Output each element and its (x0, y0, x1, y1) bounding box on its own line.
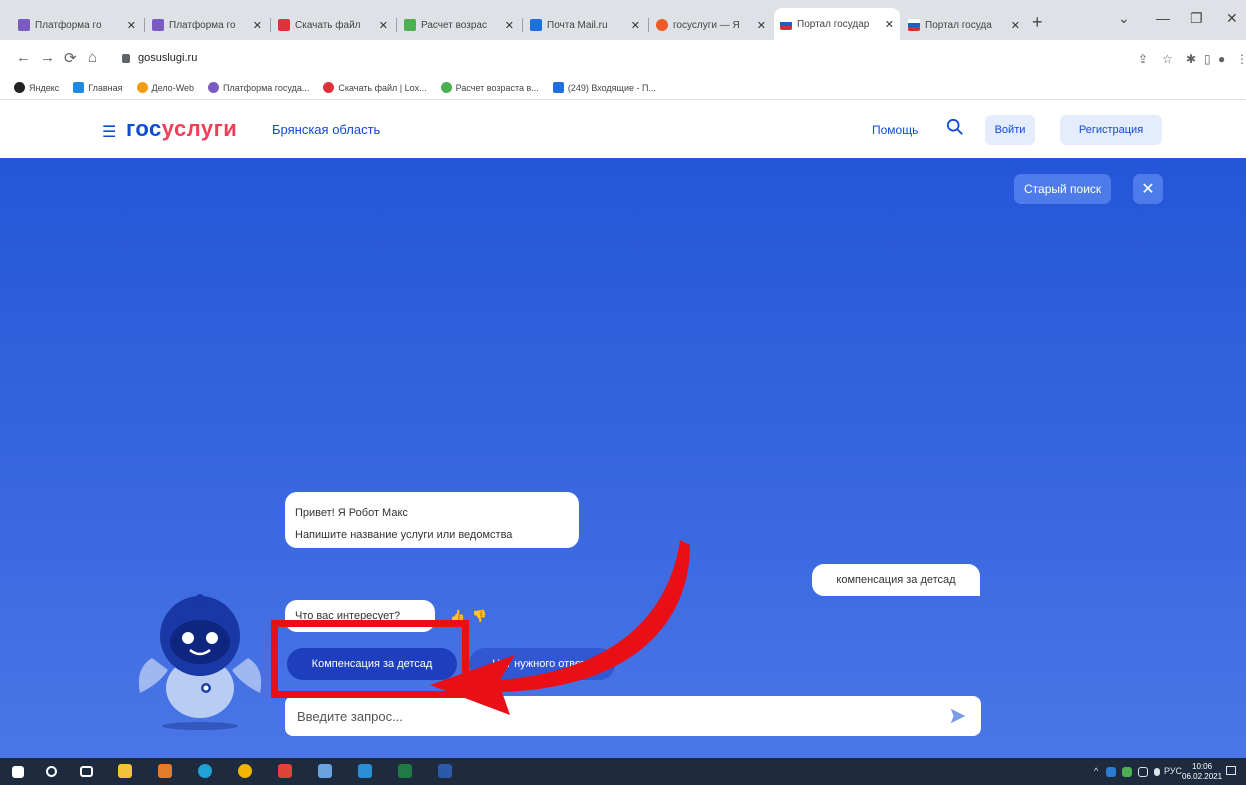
bookmark-icon (323, 82, 335, 93)
chrome-icon[interactable] (238, 764, 252, 778)
taskbar-app-icon[interactable] (158, 764, 172, 778)
chat-input-placeholder: Введите запрос... (297, 708, 403, 724)
tray-chevron-icon[interactable]: ^ (1094, 766, 1098, 776)
taskbar-app-icon[interactable] (358, 764, 372, 778)
bookmark-item[interactable]: Главная (73, 82, 123, 93)
bookmark-item[interactable]: Яндекс (14, 82, 59, 93)
browser-tab[interactable]: Почта Mail.ru ✕ (524, 12, 646, 38)
share-icon[interactable]: ⇪ (1138, 52, 1148, 66)
browser-tab-bar: Платформа го ✕ Платформа го ✕ Скачать файл… (0, 0, 1246, 40)
edge-icon[interactable] (198, 764, 212, 778)
close-tab-icon[interactable]: ✕ (885, 18, 894, 31)
taskbar-app-icon[interactable] (318, 764, 332, 778)
gosuslugi-logo[interactable]: госуслуги (126, 116, 237, 142)
network-icon[interactable] (1138, 767, 1148, 777)
robot-max-avatar (138, 594, 262, 730)
annotation-highlight-box (271, 620, 469, 698)
close-tab-icon[interactable]: ✕ (505, 19, 514, 32)
tab-favicon-icon (908, 19, 920, 31)
bookmark-icon (552, 82, 564, 93)
tab-favicon-icon (656, 19, 668, 31)
region-selector[interactable]: Брянская область (272, 122, 380, 137)
tab-favicon-icon (278, 19, 290, 31)
close-tab-icon[interactable]: ✕ (127, 19, 136, 32)
close-tab-icon[interactable]: ✕ (253, 19, 262, 32)
user-message-bubble: компенсация за детсад (812, 564, 980, 596)
greeting-line: Привет! Я Робот Макс (295, 507, 408, 519)
browser-tab[interactable]: Платформа го ✕ (146, 12, 268, 38)
bookmark-item[interactable]: (249) Входящие - П... (552, 82, 656, 93)
windows-start-icon[interactable] (12, 766, 24, 778)
tab-favicon-icon (530, 19, 542, 31)
close-tab-icon[interactable]: ✕ (1011, 19, 1020, 32)
home-icon[interactable]: ⌂ (88, 49, 97, 66)
taskbar-app-icon[interactable] (278, 764, 292, 778)
close-tab-icon[interactable]: ✕ (631, 19, 640, 32)
bookmark-item[interactable]: Расчет возраста в... (440, 82, 539, 93)
browser-tab[interactable]: госуслуги — Я ✕ (650, 12, 772, 38)
clock[interactable]: 10:06 06.02.2021 (1182, 762, 1222, 782)
close-tab-icon[interactable]: ✕ (379, 19, 388, 32)
bookmark-item[interactable]: Платформа госуда... (208, 82, 309, 93)
tab-favicon-icon (780, 18, 792, 30)
menu-icon[interactable]: ⋮ (1236, 52, 1246, 66)
close-icon[interactable]: ✕ (1133, 174, 1163, 204)
menu-burger-icon[interactable]: ☰ (102, 122, 116, 142)
search-icon[interactable] (46, 766, 57, 777)
extensions-icon[interactable]: ✱ (1186, 52, 1196, 66)
browser-tab[interactable]: Скачать файл ✕ (272, 12, 394, 38)
file-explorer-icon[interactable] (118, 764, 132, 778)
bookmark-icon (14, 82, 25, 93)
browser-tab[interactable]: Портал госуда ✕ (902, 12, 1026, 38)
minimize-button[interactable]: — (1156, 10, 1170, 26)
close-window-button[interactable]: ✕ (1226, 10, 1238, 27)
tab-favicon-icon (18, 19, 30, 31)
bookmark-star-icon[interactable]: ☆ (1162, 52, 1173, 66)
browser-tab[interactable]: Расчет возрас ✕ (398, 12, 520, 38)
url-field[interactable]: gosuslugi.ru (112, 46, 1132, 70)
tab-favicon-icon (152, 19, 164, 31)
new-tab-button[interactable]: + (1032, 12, 1043, 33)
language-indicator[interactable]: РУС (1164, 766, 1182, 776)
old-search-button[interactable]: Старый поиск (1014, 174, 1112, 204)
bookmark-icon (440, 82, 452, 93)
bookmark-icon (136, 82, 148, 93)
tab-search-icon[interactable]: ⌄ (1118, 10, 1130, 27)
reload-icon[interactable]: ⟳ (64, 49, 77, 67)
profile-icon[interactable]: ● (1218, 52, 1225, 66)
bookmark-item[interactable]: Скачать файл | Lox... (323, 82, 427, 93)
bookmark-icon (208, 82, 220, 93)
tab-favicon-icon (404, 19, 416, 31)
login-button[interactable]: Войти (985, 115, 1035, 145)
bookmark-icon (73, 82, 85, 93)
search-icon[interactable] (946, 118, 964, 136)
restore-button[interactable]: ❐ (1190, 10, 1203, 27)
lock-icon (122, 53, 130, 63)
send-icon[interactable] (949, 706, 967, 726)
browser-tab[interactable]: Платформа го ✕ (12, 12, 142, 38)
excel-icon[interactable] (398, 764, 412, 778)
tray-app-icon[interactable] (1106, 767, 1116, 777)
register-button[interactable]: Регистрация (1060, 115, 1162, 145)
help-link[interactable]: Помощь (872, 123, 918, 137)
notifications-icon[interactable] (1226, 766, 1236, 775)
sidepanel-icon[interactable]: ▯ (1204, 52, 1211, 66)
site-header: ☰ госуслуги Брянская область Помощь Войт… (0, 100, 1246, 158)
browser-tab-active[interactable]: Портал государ ✕ (774, 8, 900, 40)
word-icon[interactable] (438, 764, 452, 778)
bookmarks-bar: Яндекс Главная Дело-Web Платформа госуда… (0, 76, 1246, 100)
volume-icon[interactable] (1154, 768, 1160, 776)
tray-app-icon[interactable] (1122, 767, 1132, 777)
address-toolbar: ← → ⟳ ⌂ gosuslugi.ru ⇪ ☆ ✱ ▯ ● ⋮ (0, 40, 1246, 76)
bookmark-item[interactable]: Дело-Web (136, 82, 194, 93)
windows-taskbar: ^ РУС 10:06 06.02.2021 (0, 758, 1246, 785)
url-text: gosuslugi.ru (138, 52, 198, 64)
forward-icon[interactable]: → (40, 49, 55, 66)
task-view-icon[interactable] (80, 766, 93, 777)
close-tab-icon[interactable]: ✕ (757, 19, 766, 32)
back-icon[interactable]: ← (16, 49, 31, 66)
